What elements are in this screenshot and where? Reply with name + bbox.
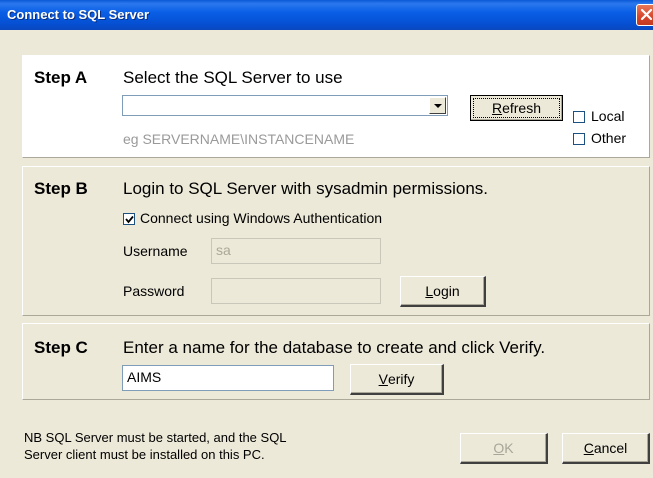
- local-label: Local: [591, 108, 625, 124]
- database-name-value: AIMS: [127, 369, 162, 385]
- local-checkbox[interactable]: [573, 111, 585, 123]
- username-field[interactable]: sa: [211, 238, 381, 264]
- close-icon: [640, 8, 653, 21]
- title-bar[interactable]: Connect to SQL Server: [0, 0, 653, 30]
- step-c-label: Step C: [34, 338, 88, 357]
- verify-button[interactable]: Verify: [350, 364, 444, 395]
- step-c-instruction: Enter a name for the database to create …: [123, 338, 546, 357]
- chevron-down-icon: [434, 104, 442, 108]
- password-label: Password: [123, 283, 185, 299]
- cancel-access-key: C: [583, 440, 594, 456]
- server-name-hint: eg SERVERNAME\INSTANCENAME: [123, 131, 355, 147]
- ok-label: K: [504, 440, 514, 456]
- username-label: Username: [123, 243, 188, 259]
- checkmark-icon: [125, 215, 134, 224]
- ok-button[interactable]: OK: [460, 433, 548, 464]
- refresh-access-key: R: [491, 100, 503, 116]
- verify-label: erify: [387, 371, 415, 387]
- cancel-label: ancel: [593, 440, 628, 456]
- other-label: Other: [591, 130, 627, 146]
- step-b-label: Step B: [34, 179, 88, 198]
- password-field[interactable]: [211, 278, 381, 304]
- database-name-field[interactable]: AIMS: [122, 365, 334, 391]
- login-button[interactable]: Login: [400, 276, 486, 307]
- cancel-button[interactable]: Cancel: [562, 433, 650, 464]
- step-c-panel: [22, 323, 650, 400]
- step-a-label: Step A: [34, 68, 88, 87]
- server-combobox[interactable]: [122, 95, 448, 116]
- close-button[interactable]: [636, 4, 653, 26]
- refresh-label: efresh: [502, 100, 542, 116]
- ok-access-key: O: [493, 440, 505, 456]
- windows-auth-label: Connect using Windows Authentication: [140, 210, 383, 226]
- window-title: Connect to SQL Server: [7, 7, 150, 22]
- windows-auth-checkbox[interactable]: [123, 213, 135, 225]
- username-value: sa: [216, 242, 231, 258]
- verify-access-key: V: [378, 371, 388, 387]
- other-checkbox[interactable]: [573, 133, 585, 145]
- step-a-instruction: Select the SQL Server to use: [123, 68, 343, 87]
- login-label: ogin: [433, 283, 460, 299]
- refresh-button[interactable]: Refresh: [470, 95, 563, 121]
- footer-note-line2: Server client must be installed on this …: [24, 447, 265, 462]
- footer-note-line1: NB SQL Server must be started, and the S…: [24, 430, 287, 445]
- step-b-instruction: Login to SQL Server with sysadmin permis…: [123, 179, 489, 198]
- combobox-dropdown-button[interactable]: [429, 97, 446, 114]
- login-access-key: L: [425, 283, 434, 299]
